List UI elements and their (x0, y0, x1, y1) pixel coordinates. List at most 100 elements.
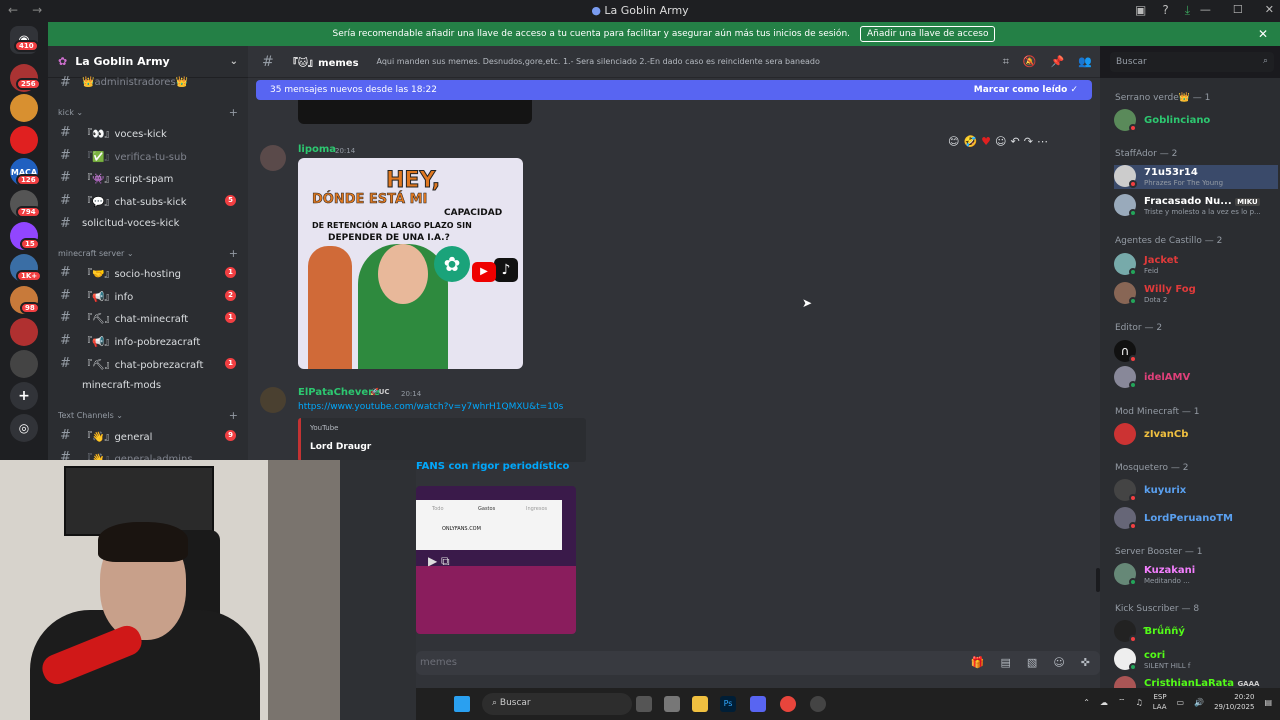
emoji-icon[interactable]: ☺ (1053, 656, 1064, 669)
file-explorer-icon[interactable] (692, 696, 708, 712)
forward-icon[interactable]: ↷ (1024, 135, 1033, 148)
gift-icon[interactable]: 🎁 (971, 656, 985, 669)
message-author[interactable]: ElPataChevere (298, 387, 380, 398)
sticker-icon[interactable]: ▧ (1027, 656, 1037, 669)
emoji-heart-icon[interactable]: ♥ (981, 135, 991, 148)
avatar[interactable] (260, 387, 286, 413)
cloud-icon[interactable]: ☁ (1100, 698, 1108, 707)
avatar[interactable] (260, 145, 286, 171)
message-author[interactable]: lipoma (298, 144, 336, 155)
members-icon[interactable]: 👥 (1078, 55, 1092, 69)
clock[interactable]: 20:20 29/10/2025 (1214, 692, 1254, 712)
discord-icon[interactable] (750, 696, 766, 712)
search-input[interactable]: Buscar ⌕ (1110, 52, 1274, 72)
channel-item[interactable]: # 『📢』info-pobrezacraft (54, 330, 242, 350)
wifi-icon[interactable]: ⌔ (1118, 697, 1126, 707)
server-icon[interactable] (10, 94, 38, 122)
embed-title[interactable]: FANS con rigor periodístico (416, 461, 569, 472)
mic-icon[interactable]: ♫ (1136, 698, 1143, 707)
member-item[interactable]: Willy Fog Dota 2 (1114, 282, 1278, 306)
video-thumbnail[interactable]: Todo Gastos Ingresos ONLYFANS.COM ▶ ⧉ (416, 486, 576, 634)
mouse-cursor: ➤ (802, 296, 813, 310)
member-item[interactable]: Goblinciano (1114, 109, 1278, 133)
embed-author[interactable]: Lord Draugr (310, 442, 371, 452)
category-kick[interactable]: kick ⌄ + (58, 106, 238, 119)
add-channel-icon[interactable]: + (229, 409, 238, 422)
gif-icon[interactable]: ▤ (1001, 656, 1011, 669)
meme-image[interactable]: HEY, DÓNDE ESTÁ MI CAPACIDAD DE RETENCIÓ… (298, 158, 523, 369)
reply-icon[interactable]: ↶ (1011, 135, 1020, 148)
add-reaction-icon[interactable]: ☺ (995, 135, 1006, 148)
add-channel-icon[interactable]: + (229, 247, 238, 260)
close-button[interactable]: ✕ (1265, 3, 1274, 16)
taskview-icon[interactable] (636, 696, 652, 712)
message-link[interactable]: https://www.youtube.com/watch?v=y7whrH1Q… (298, 402, 563, 412)
channel-item[interactable]: # 『⛏』chat-pobrezacraft 1 (54, 353, 242, 373)
volume-icon[interactable]: 🔊 (1194, 698, 1204, 707)
chevron-up-icon[interactable]: ⌃ (1083, 698, 1090, 707)
explore-icon[interactable]: ◎ (10, 414, 38, 442)
server-icon[interactable] (10, 318, 38, 346)
add-passkey-button[interactable]: Añadir una llave de acceso (860, 26, 996, 42)
channel-item[interactable]: # 『👀』voces-kick (54, 122, 242, 142)
channel-item[interactable]: # 『🤝』socio-hosting 1 (54, 262, 242, 282)
obs-icon[interactable] (810, 696, 826, 712)
add-channel-icon[interactable]: + (229, 106, 238, 119)
mark-read-button[interactable]: Marcar como leído ✓ (974, 85, 1078, 95)
channel-item[interactable]: # 『💬』chat-subs-kick 5 (54, 190, 242, 210)
network-icon[interactable]: ▭ (1177, 698, 1185, 707)
chrome-icon[interactable] (780, 696, 796, 712)
minimize-button[interactable]: — (1200, 3, 1211, 16)
channel-item[interactable]: # 『📢』info 2 (54, 285, 242, 305)
channel-item[interactable]: # 『⛏』chat-minecraft 1 (54, 307, 242, 327)
message-input[interactable]: memes 🎁 ▤ ▧ ☺ ✜ (416, 651, 1100, 675)
member-item[interactable]: 71u53r14 Phrazes For The Young (1114, 165, 1278, 189)
emoji-smile-icon[interactable]: 😊 (948, 135, 959, 148)
download-icon[interactable]: ⤓ (1185, 3, 1190, 18)
notification-icon[interactable]: ▤ (1264, 698, 1272, 707)
windows-start-icon[interactable] (454, 696, 470, 712)
app-icon[interactable] (664, 696, 680, 712)
member-item[interactable]: ∩ (1114, 340, 1278, 364)
more-icon[interactable]: ⋯ (1037, 135, 1048, 148)
member-item[interactable]: LordPeruanoTM (1114, 507, 1278, 531)
maximize-button[interactable]: ☐ (1233, 3, 1243, 16)
member-item[interactable]: Fracasado Nu... MIKU Triste y molesto a l… (1114, 194, 1278, 218)
inbox-icon[interactable]: ▣ (1135, 3, 1146, 18)
channel-topic[interactable]: Aqui manden sus memes. Desnudos,gore,etc… (377, 57, 820, 66)
member-item[interactable]: cori SILENT HILL f (1114, 648, 1278, 672)
previous-image[interactable] (298, 100, 532, 124)
channel-item[interactable]: # solicitud-voces-kick (54, 213, 242, 233)
emoji-laugh-icon[interactable]: 🤣 (963, 135, 977, 148)
member-item[interactable]: Kuzakani Meditando ... (1114, 563, 1278, 587)
channel-item[interactable]: # 『👋』general-admins (54, 447, 242, 461)
member-item[interactable]: Jacket Feid (1114, 253, 1278, 277)
taskbar-search[interactable]: ⌕ Buscar (482, 693, 632, 715)
pin-icon[interactable]: 📌 (1051, 55, 1065, 69)
member-item[interactable]: kuyurix (1114, 479, 1278, 503)
server-icon[interactable] (10, 126, 38, 154)
language-indicator[interactable]: ESP LAA (1153, 692, 1167, 712)
member-item[interactable]: idelAMV (1114, 366, 1278, 390)
channel-item[interactable]: # 『✅』verifica-tu-sub (54, 145, 242, 165)
threads-icon[interactable]: ⌗ (1003, 55, 1009, 69)
unread-badge: 126 (16, 174, 41, 186)
channel-item[interactable]: # 『👾』script-spam (54, 167, 242, 187)
apps-icon[interactable]: ✜ (1081, 656, 1090, 669)
category-text-channels[interactable]: Text Channels ⌄ + (58, 409, 238, 422)
mute-bell-icon[interactable]: 🔕 (1023, 55, 1037, 69)
member-item[interactable]: Ɓrǘññý (1114, 620, 1278, 644)
photoshop-icon[interactable]: Ps (720, 696, 736, 712)
hash-icon: # (60, 378, 76, 393)
member-item[interactable]: zIvanCb (1114, 423, 1278, 447)
new-messages-bar[interactable]: 35 mensajes nuevos desde las 18:22 Marca… (256, 80, 1092, 100)
member-item[interactable]: CristhianLaRata GAAA (1114, 676, 1278, 688)
channel-item[interactable]: # 👑administradores👑 (54, 72, 242, 92)
add-server-icon[interactable]: + (10, 382, 38, 410)
channel-item[interactable]: #minecraft-mods (54, 375, 242, 395)
channel-item[interactable]: # 『👋』general 9 (54, 425, 242, 445)
help-icon[interactable]: ? (1162, 3, 1168, 18)
server-icon[interactable] (10, 350, 38, 378)
category-minecraft[interactable]: minecraft server ⌄ + (58, 247, 238, 260)
close-icon[interactable]: ✕ (1258, 27, 1268, 41)
